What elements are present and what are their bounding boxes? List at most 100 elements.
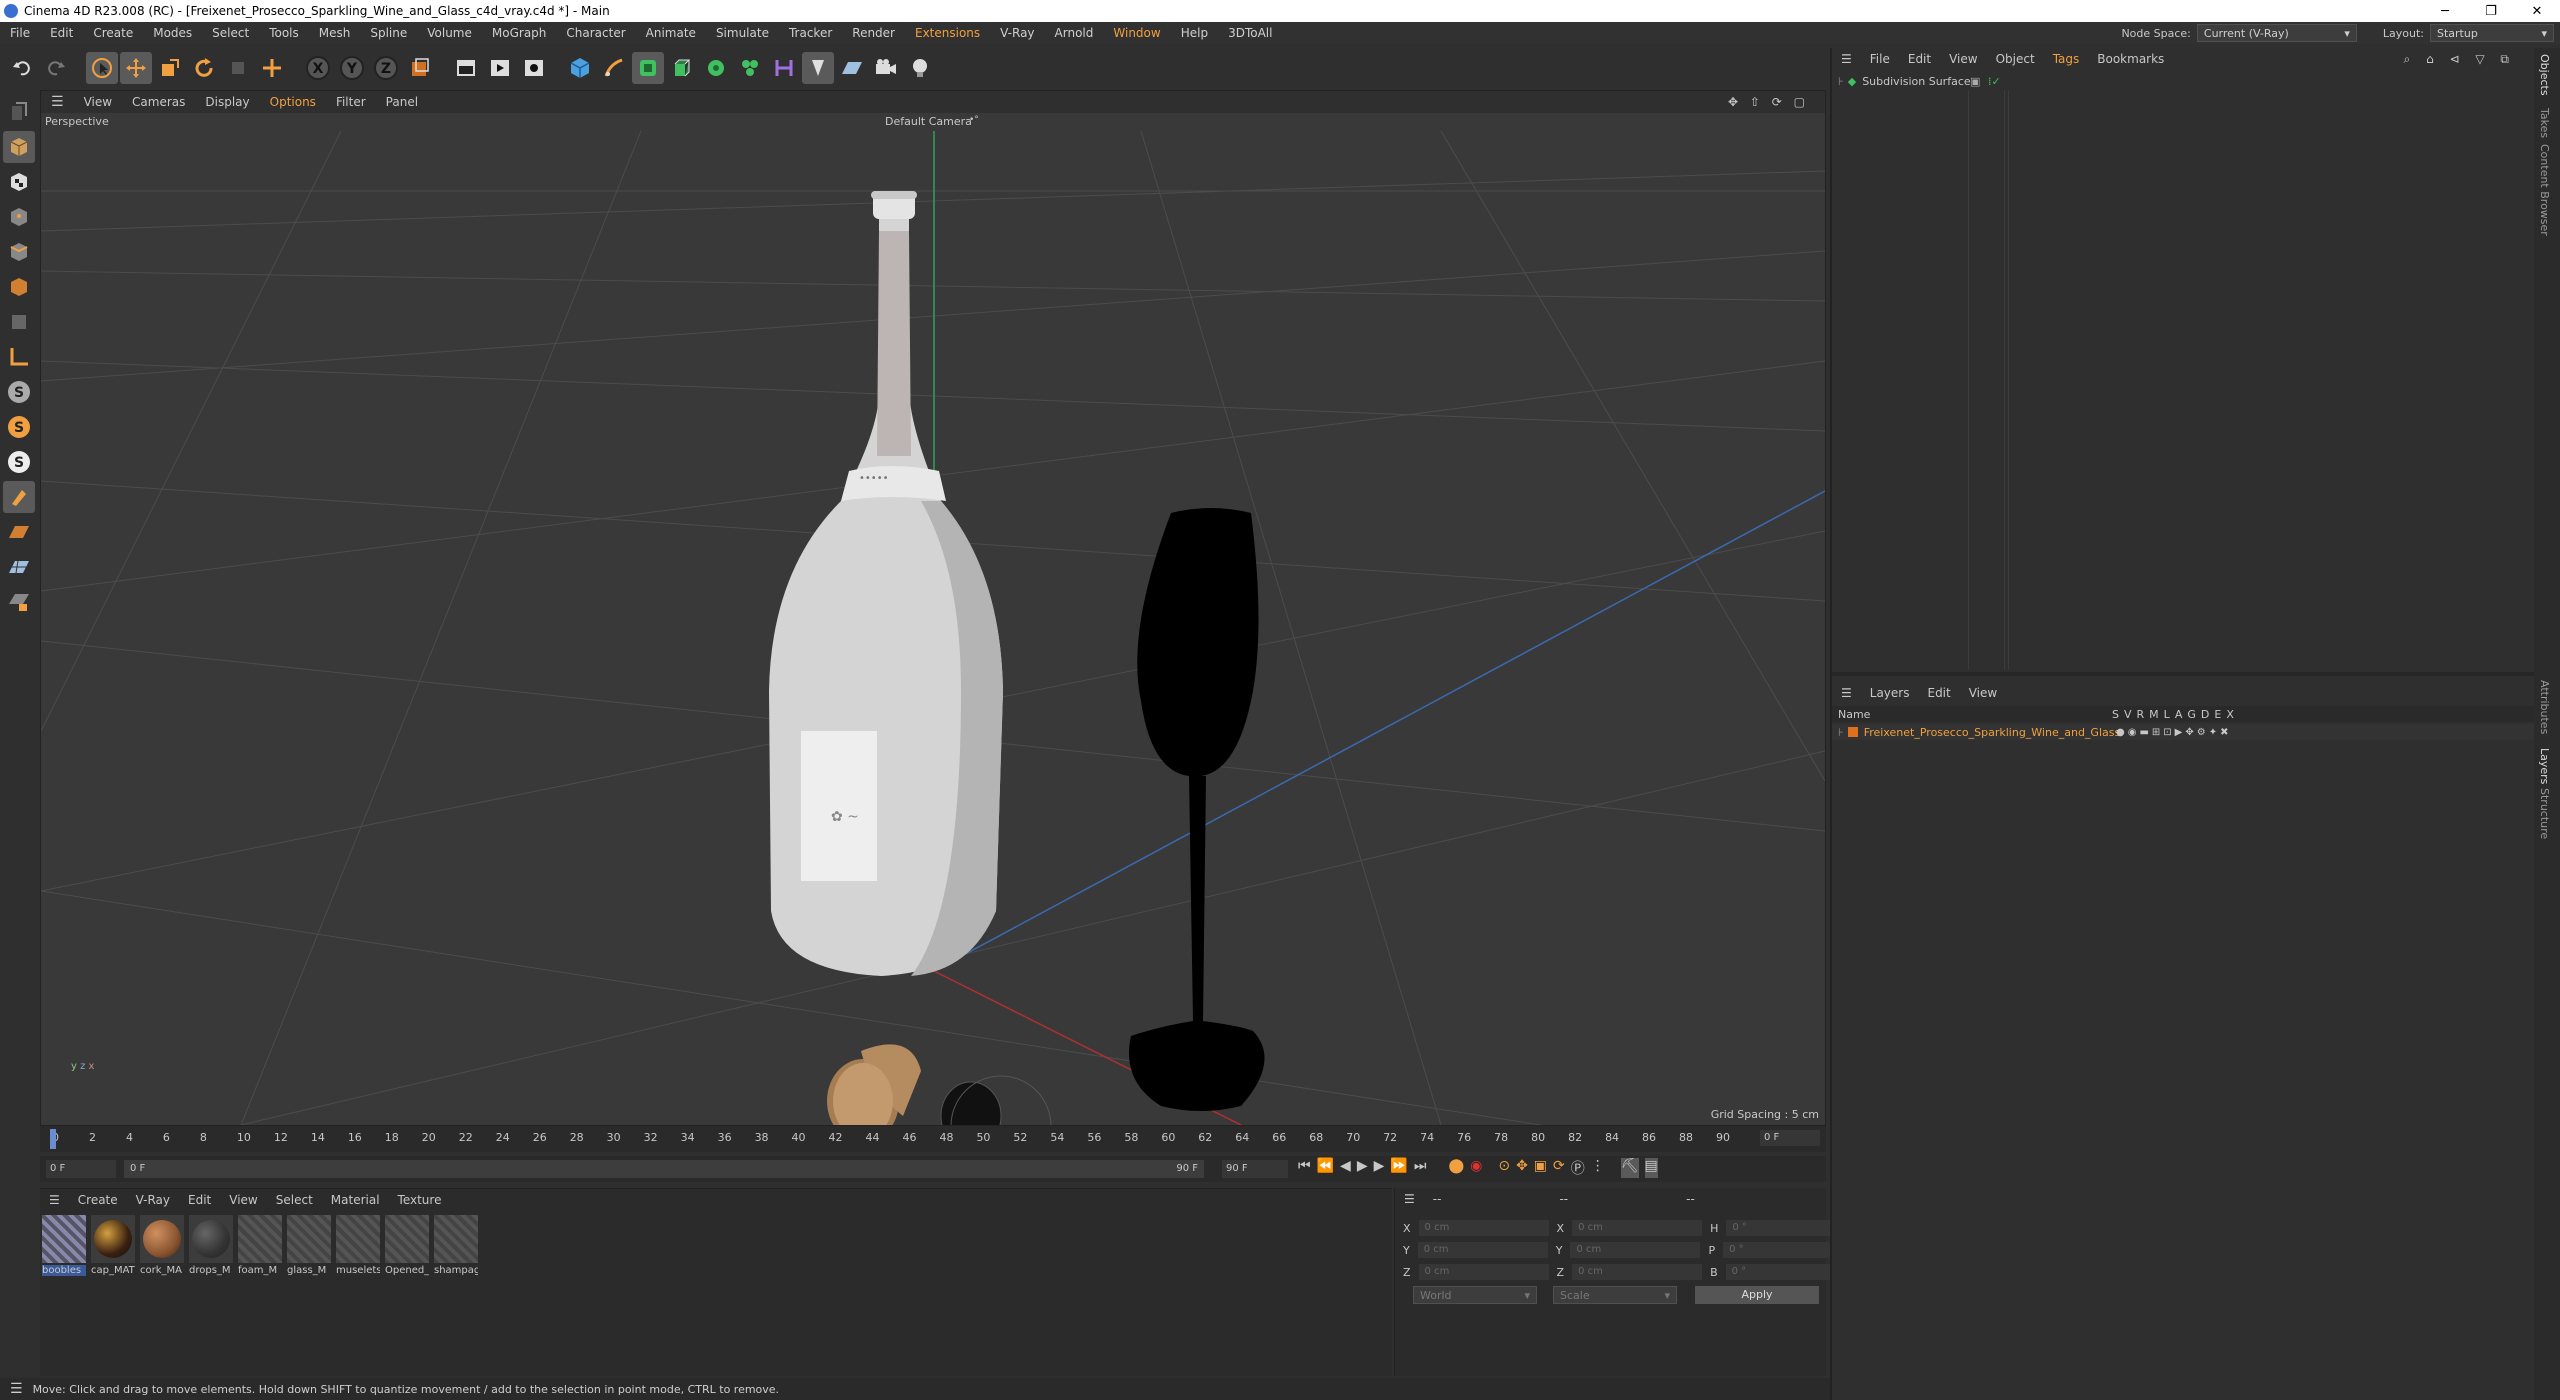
next-keyframe-icon[interactable]: ⏩ <box>1390 1158 1407 1178</box>
mat-menu-edit[interactable]: Edit <box>179 1193 220 1207</box>
muselet[interactable] <box>940 1075 1052 1125</box>
objects-menu-bookmarks[interactable]: Bookmarks <box>2088 52 2173 66</box>
tab-attributes[interactable]: Attributes <box>2538 680 2551 734</box>
selection-tool-button[interactable] <box>86 52 118 84</box>
material-swatch[interactable]: glass_M <box>287 1215 331 1276</box>
node-space-dropdown[interactable]: Current (V-Ray) ▾ <box>2196 24 2357 42</box>
locked-workplane-button[interactable] <box>3 586 35 618</box>
coord-input[interactable]: 0 cm <box>1570 1242 1701 1258</box>
position-key-icon[interactable]: ✥ <box>1516 1158 1528 1178</box>
mat-menu-select[interactable]: Select <box>267 1193 322 1207</box>
layers-menu-view[interactable]: View <box>1960 686 2006 700</box>
hamburger-menu-icon[interactable]: ☰ <box>41 94 74 110</box>
extrude-button[interactable] <box>666 52 698 84</box>
undo-button[interactable] <box>6 52 38 84</box>
record-keys-icon[interactable]: ⬤ <box>1448 1158 1464 1178</box>
material-swatch[interactable]: cap_MAT <box>91 1215 135 1276</box>
menu-modes[interactable]: Modes <box>143 26 202 40</box>
menu-extensions[interactable]: Extensions <box>905 26 990 40</box>
material-swatch[interactable]: drops_M <box>189 1215 233 1276</box>
tab-layers[interactable]: Layers <box>2538 748 2551 784</box>
cube-button[interactable] <box>564 52 596 84</box>
menu-mesh[interactable]: Mesh <box>309 26 361 40</box>
menu-help[interactable]: Help <box>1171 26 1218 40</box>
mograph-cloner-button[interactable] <box>700 52 732 84</box>
next-frame-icon[interactable]: ▶ <box>1374 1158 1385 1178</box>
menu-file[interactable]: File <box>0 26 40 40</box>
menu-select[interactable]: Select <box>202 26 259 40</box>
coord-input[interactable]: 0 cm <box>1572 1264 1703 1280</box>
scale-key-icon[interactable]: ▣ <box>1534 1158 1547 1178</box>
layers-menu-edit[interactable]: Edit <box>1918 686 1959 700</box>
soft-selection-button[interactable]: S <box>3 446 35 478</box>
visibility-check-icon[interactable]: ⁞✓ <box>1988 75 2001 88</box>
brush-button[interactable] <box>3 481 35 513</box>
maximize-button[interactable]: ❐ <box>2468 0 2514 22</box>
minimize-button[interactable]: ─ <box>2422 0 2468 22</box>
objects-menu-file[interactable]: File <box>1861 52 1899 66</box>
cork[interactable] <box>827 1044 921 1125</box>
mat-menu-view[interactable]: View <box>220 1193 266 1207</box>
end-frame-field[interactable]: 90 F <box>1222 1160 1288 1178</box>
viewport-scene[interactable]: ✿ ~ ••••• <box>41 131 1825 1125</box>
viewport-menu-display[interactable]: Display <box>195 95 259 109</box>
coord-mode-dropdown[interactable]: Scale ▾ <box>1553 1286 1677 1304</box>
camera-button[interactable] <box>870 52 902 84</box>
coord-input[interactable]: 0 cm <box>1572 1220 1703 1236</box>
start-frame-field[interactable]: 0 F <box>46 1160 116 1178</box>
render-region-button[interactable] <box>450 52 482 84</box>
layers-menu-layers[interactable]: Layers <box>1861 686 1919 700</box>
point-mode-button[interactable] <box>3 201 35 233</box>
close-button[interactable]: ✕ <box>2514 0 2560 22</box>
menu-render[interactable]: Render <box>842 26 905 40</box>
mat-menu-texture[interactable]: Texture <box>389 1193 451 1207</box>
rotation-key-icon[interactable]: ⟳ <box>1553 1158 1565 1178</box>
texture-mode-button[interactable] <box>3 166 35 198</box>
timeline-ruler[interactable]: 0246810121416182022242628303234363840424… <box>40 1126 1826 1152</box>
polygon-mode-button[interactable] <box>3 271 35 303</box>
scene-button[interactable] <box>802 52 834 84</box>
workplane-button[interactable] <box>3 516 35 548</box>
mat-menu-create[interactable]: Create <box>69 1193 127 1207</box>
previous-frame-icon[interactable]: ◀ <box>1340 1158 1351 1178</box>
tab-objects[interactable]: Objects <box>2538 54 2551 96</box>
viewport-menu-view[interactable]: View <box>74 95 122 109</box>
apply-button[interactable]: Apply <box>1695 1286 1819 1304</box>
layout-dropdown[interactable]: Startup ▾ <box>2430 24 2554 42</box>
snap-settings-button[interactable]: S <box>3 411 35 443</box>
hamburger-menu-icon[interactable]: ☰ <box>0 1381 33 1397</box>
menu-arnold[interactable]: Arnold <box>1045 26 1104 40</box>
coord-input[interactable]: 0 cm <box>1418 1220 1549 1236</box>
menu-animate[interactable]: Animate <box>636 26 706 40</box>
tab-content-browser[interactable]: Content Browser <box>2538 144 2551 236</box>
render-settings-button[interactable] <box>518 52 550 84</box>
material-swatch[interactable]: shampag <box>434 1215 478 1276</box>
timeline-window-icon[interactable]: ▤ <box>1644 1158 1658 1178</box>
layer-tag-icon[interactable]: ▣ <box>1970 75 1980 88</box>
go-to-end-icon[interactable]: ⏭ <box>1414 1158 1427 1178</box>
viewport-menu-options[interactable]: Options <box>260 95 326 109</box>
go-to-start-icon[interactable]: ⏮ <box>1298 1158 1311 1178</box>
move-tool-button[interactable] <box>120 52 152 84</box>
layer-flag-icons[interactable]: ●◉▬⊞⊡▶✥⚙✦✖ <box>2116 727 2231 738</box>
redo-button[interactable] <box>40 52 72 84</box>
menu-tracker[interactable]: Tracker <box>779 26 842 40</box>
viewport-menu-panel[interactable]: Panel <box>376 95 428 109</box>
tab-takes[interactable]: Takes <box>2538 108 2551 138</box>
keyframe-selection-icon[interactable]: ⊙ <box>1498 1158 1510 1178</box>
objects-menu-tags[interactable]: Tags <box>2044 52 2089 66</box>
parameter-key-icon[interactable]: Ⓟ <box>1571 1158 1585 1178</box>
auto-keying-icon[interactable]: ◉ <box>1470 1158 1482 1178</box>
hamburger-menu-icon[interactable]: ☰ <box>40 1193 69 1207</box>
layer-row[interactable]: ⊦ Freixenet_Prosecco_Sparkling_Wine_and_… <box>1832 724 2534 740</box>
menu-create[interactable]: Create <box>83 26 143 40</box>
hamburger-menu-icon[interactable]: ☰ <box>1832 52 1861 66</box>
menu-simulate[interactable]: Simulate <box>706 26 779 40</box>
objects-menu-edit[interactable]: Edit <box>1899 52 1940 66</box>
y-axis-lock-button[interactable]: Y <box>336 52 368 84</box>
menu-tools[interactable]: Tools <box>259 26 309 40</box>
menu-spline[interactable]: Spline <box>360 26 417 40</box>
material-swatch[interactable]: boobles <box>42 1215 86 1276</box>
hamburger-menu-icon[interactable]: ☰ <box>1832 686 1861 700</box>
wine-glass[interactable] <box>1129 508 1265 1111</box>
